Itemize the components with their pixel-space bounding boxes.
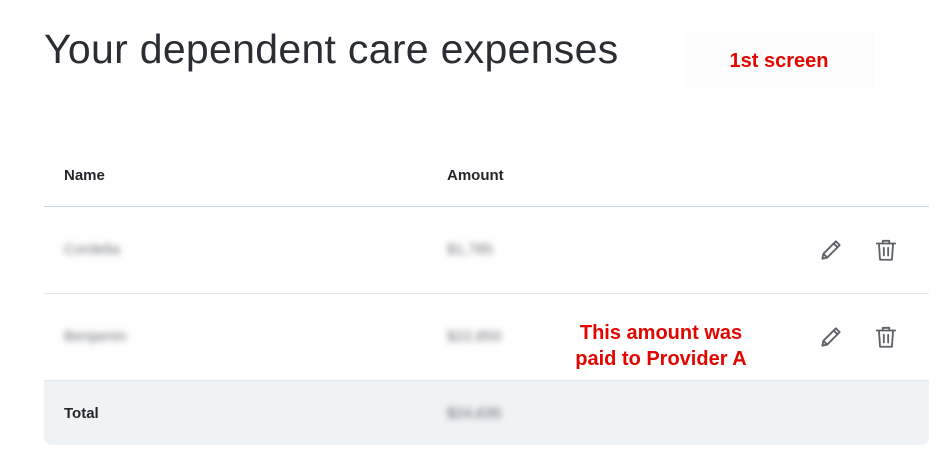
pencil-icon (821, 240, 841, 260)
row-amount: $1,785 (447, 241, 493, 258)
edit-button[interactable] (816, 235, 846, 265)
annotation-amount-line1: This amount was (579, 322, 743, 344)
row-amount: $22,850 (447, 328, 502, 345)
total-amount: $24,635 (447, 405, 502, 422)
row-name: Benjamin (64, 328, 127, 345)
table-row: Benjamin $22,850 (44, 294, 929, 381)
expenses-table: Name Amount Cordelia $1,785 Benjamin $22… (44, 150, 929, 445)
pencil-icon (821, 327, 841, 347)
column-header-amount: Amount (447, 167, 504, 184)
edit-button[interactable] (816, 322, 846, 352)
delete-button[interactable] (871, 235, 901, 265)
annotation-amount-note: This amount was paid to Provider A (548, 320, 774, 372)
row-name: Cordelia (64, 241, 120, 258)
page-title: Your dependent care expenses (44, 26, 619, 72)
annotation-amount-line2: paid to Provider A (575, 348, 747, 370)
total-label: Total (64, 405, 99, 422)
total-row: Total $24,635 (44, 381, 929, 445)
trash-icon (875, 239, 897, 261)
column-header-name: Name (64, 167, 105, 184)
delete-button[interactable] (871, 322, 901, 352)
table-row: Cordelia $1,785 (44, 207, 929, 294)
trash-icon (875, 326, 897, 348)
annotation-screen-label: 1st screen (684, 32, 874, 88)
table-header: Name Amount (44, 150, 929, 207)
